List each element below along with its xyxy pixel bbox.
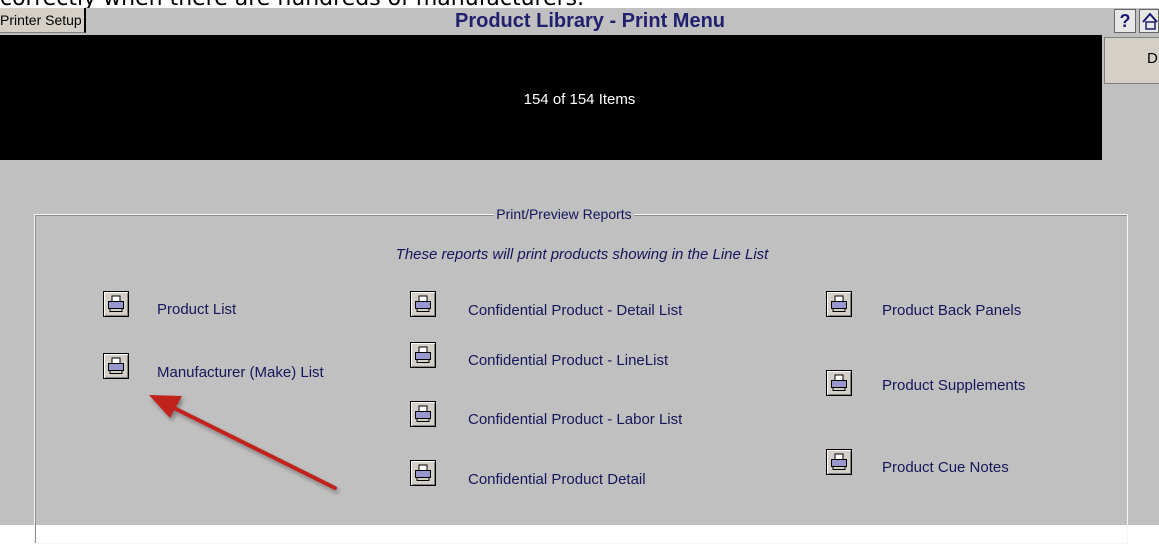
annotation-arrow (149, 395, 337, 490)
